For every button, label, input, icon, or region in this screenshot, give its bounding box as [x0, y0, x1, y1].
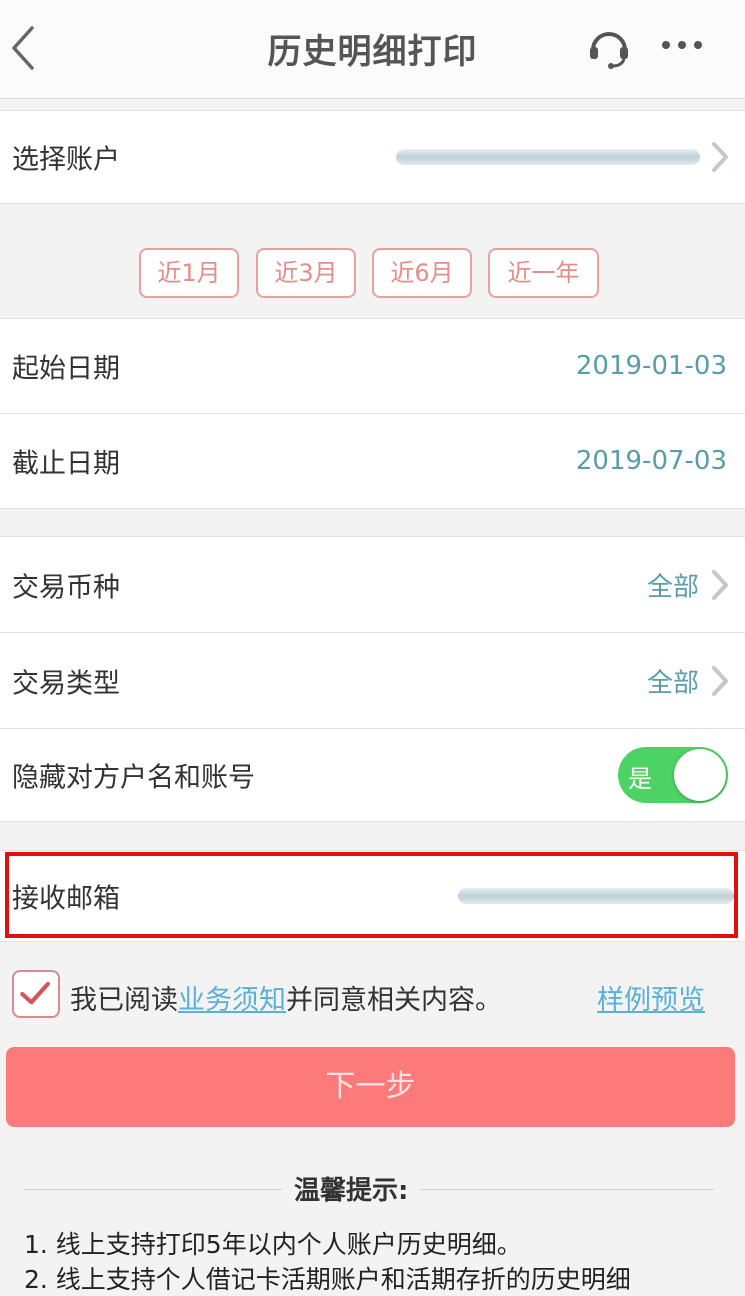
page-title: 历史明细打印	[267, 32, 478, 72]
start-date-row[interactable]: 起始日期 2019-01-03	[0, 318, 745, 414]
next-step-button[interactable]: 下一步	[6, 1047, 735, 1127]
checkmark-icon	[20, 981, 50, 1005]
headset-icon[interactable]	[586, 24, 632, 70]
currency-label: 交易币种	[12, 572, 120, 603]
email-highlight-box	[5, 852, 738, 938]
agreement-prefix: 我已阅读	[70, 985, 178, 1016]
agree-checkbox[interactable]	[12, 970, 60, 1018]
tips-title: 温馨提示:	[282, 1170, 421, 1207]
account-number-redacted	[396, 149, 700, 165]
hide-counterparty-row: 隐藏对方户名和账号 是	[0, 728, 745, 822]
agreement-suffix: 并同意相关内容。	[286, 985, 502, 1016]
currency-value: 全部	[646, 572, 699, 602]
range-chip-6-months[interactable]: 近6月	[372, 248, 472, 298]
hide-counterparty-label: 隐藏对方户名和账号	[12, 762, 255, 794]
end-date-value: 2019-07-03	[575, 446, 727, 476]
transaction-type-row[interactable]: 交易类型 全部	[0, 632, 745, 729]
nav-bar: 历史明细打印	[0, 0, 745, 99]
chevron-right-icon	[712, 142, 728, 172]
toggle-knob	[674, 749, 726, 801]
end-date-row[interactable]: 截止日期 2019-07-03	[0, 413, 745, 509]
end-date-label: 截止日期	[12, 448, 120, 480]
tip-item: 2. 线上支持个人借记卡活期账户和活期存折的历史明细	[24, 1265, 631, 1294]
start-date-value: 2019-01-03	[575, 351, 727, 381]
sample-preview-link[interactable]: 样例预览	[597, 978, 705, 1017]
more-icon[interactable]	[658, 32, 706, 58]
chevron-right-icon	[712, 569, 728, 600]
transaction-type-value: 全部	[646, 668, 699, 698]
agreement-row: 我已阅读业务须知并同意相关内容。 样例预览	[0, 960, 745, 1032]
chevron-right-icon	[712, 665, 728, 696]
business-notice-link[interactable]: 业务须知	[178, 985, 286, 1016]
range-chip-1-year[interactable]: 近一年	[488, 248, 599, 298]
tip-item: 1. 线上支持打印5年以内个人账户历史明细。	[24, 1230, 522, 1259]
currency-row[interactable]: 交易币种 全部	[0, 536, 745, 633]
range-chip-3-months[interactable]: 近3月	[256, 248, 356, 298]
quick-range-group: 近1月 近3月 近6月 近一年	[0, 204, 745, 318]
transaction-type-label: 交易类型	[12, 668, 120, 699]
account-select-row[interactable]: 选择账户	[0, 110, 745, 204]
agreement-text: 我已阅读业务须知并同意相关内容。	[70, 978, 502, 1017]
toggle-on-label: 是	[628, 765, 652, 793]
hide-counterparty-toggle[interactable]: 是	[618, 747, 728, 803]
range-chip-1-month[interactable]: 近1月	[139, 248, 239, 298]
account-label: 选择账户	[12, 144, 120, 176]
start-date-label: 起始日期	[12, 353, 120, 385]
